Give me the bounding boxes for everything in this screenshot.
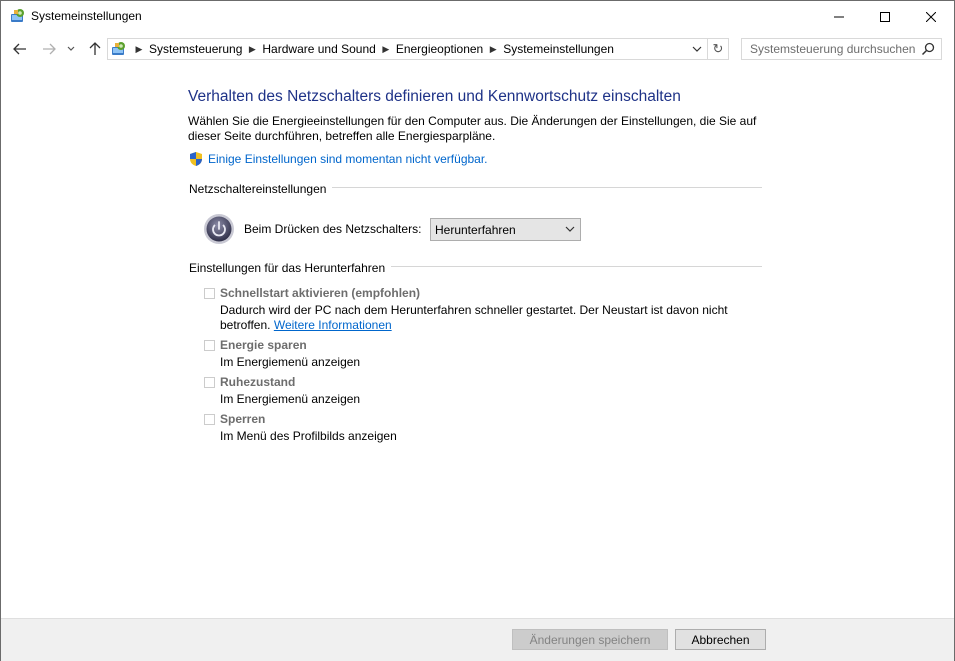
option-description: Im Energiemenü anzeigen [220,392,361,406]
breadcrumb: ▶ Systemsteuerung ▶ Hardware und Sound ▶… [132,39,617,59]
window: Systemeinstellungen ▶ Systemsteuerung ▶ … [0,0,955,661]
breadcrumb-item[interactable]: Energieoptionen [393,42,486,56]
refresh-button[interactable]: ↻ [708,38,729,60]
select-value: Herunterfahren [435,223,516,237]
refresh-icon: ↻ [712,41,724,56]
maximize-icon [880,11,890,22]
power-button-action-select[interactable]: Herunterfahren [430,218,581,241]
maximize-button[interactable] [862,1,908,32]
window-title: Systemeinstellungen [31,9,142,23]
power-button-label: Beim Drücken des Netzschalters: [244,222,422,236]
navigation-bar: ▶ Systemsteuerung ▶ Hardware und Sound ▶… [1,36,954,62]
minimize-icon [834,16,844,17]
option-description: Dadurch wird der PC nach dem Herunterfah… [220,303,740,333]
unavailable-settings-link[interactable]: Einige Einstellungen sind momentan nicht… [208,152,488,166]
section-label-power: Netzschaltereinstellungen [189,182,333,196]
recent-locations-button[interactable] [63,36,79,62]
option-title: Energie sparen [220,338,307,352]
page-title: Verhalten des Netzschalters definieren u… [188,88,681,105]
option-description: Im Energiemenü anzeigen [220,355,361,369]
sleep-checkbox[interactable] [204,340,215,351]
title-bar: Systemeinstellungen [1,1,954,32]
back-button[interactable] [9,36,31,62]
hibernate-checkbox[interactable] [204,377,215,388]
option-title: Schnellstart aktivieren (empfohlen) [220,286,421,300]
arrow-up-icon [89,42,101,55]
chevron-down-icon [67,46,75,51]
save-changes-button[interactable]: Änderungen speichern [512,629,668,650]
more-info-link[interactable]: Weitere Informationen [274,318,392,332]
option-description: Im Menü des Profilbilds anzeigen [220,429,397,443]
close-icon [926,11,936,22]
page-description: Wählen Sie die Energieeinstellungen für … [188,114,757,143]
address-bar[interactable]: ▶ Systemsteuerung ▶ Hardware und Sound ▶… [107,38,708,60]
option-title: Ruhezustand [220,375,296,389]
option-title: Sperren [220,412,266,426]
search-icon[interactable] [921,42,935,56]
lock-checkbox[interactable] [204,414,215,425]
cancel-button[interactable]: Abbrechen [675,629,766,650]
chevron-right-icon[interactable]: ▶ [132,44,146,55]
section-label-shutdown: Einstellungen für das Herunterfahren [189,261,392,275]
chevron-right-icon[interactable]: ▶ [379,44,393,55]
fast-startup-checkbox[interactable] [204,288,215,299]
search-box[interactable] [741,38,942,60]
forward-button[interactable] [38,36,60,62]
arrow-right-icon [43,43,56,55]
button-bar: Änderungen speichern Abbrechen [1,618,954,661]
arrow-left-icon [13,43,26,55]
search-input[interactable] [742,39,917,59]
chevron-right-icon[interactable]: ▶ [245,44,259,55]
unavailable-settings-link-row[interactable]: Einige Einstellungen sind momentan nicht… [188,151,488,167]
up-button[interactable] [84,36,106,62]
control-panel-icon [112,42,125,55]
uac-shield-icon [190,152,202,166]
chevron-right-icon[interactable]: ▶ [486,44,500,55]
address-dropdown-button[interactable] [687,39,707,59]
breadcrumb-item[interactable]: Systemeinstellungen [500,42,617,56]
power-button-icon [204,214,234,244]
control-panel-icon [11,9,24,22]
breadcrumb-item[interactable]: Hardware und Sound [259,42,378,56]
chevron-down-icon [692,46,702,52]
chevron-down-icon [565,226,575,232]
close-button[interactable] [908,1,954,32]
minimize-button[interactable] [816,1,862,32]
breadcrumb-item[interactable]: Systemsteuerung [146,42,245,56]
